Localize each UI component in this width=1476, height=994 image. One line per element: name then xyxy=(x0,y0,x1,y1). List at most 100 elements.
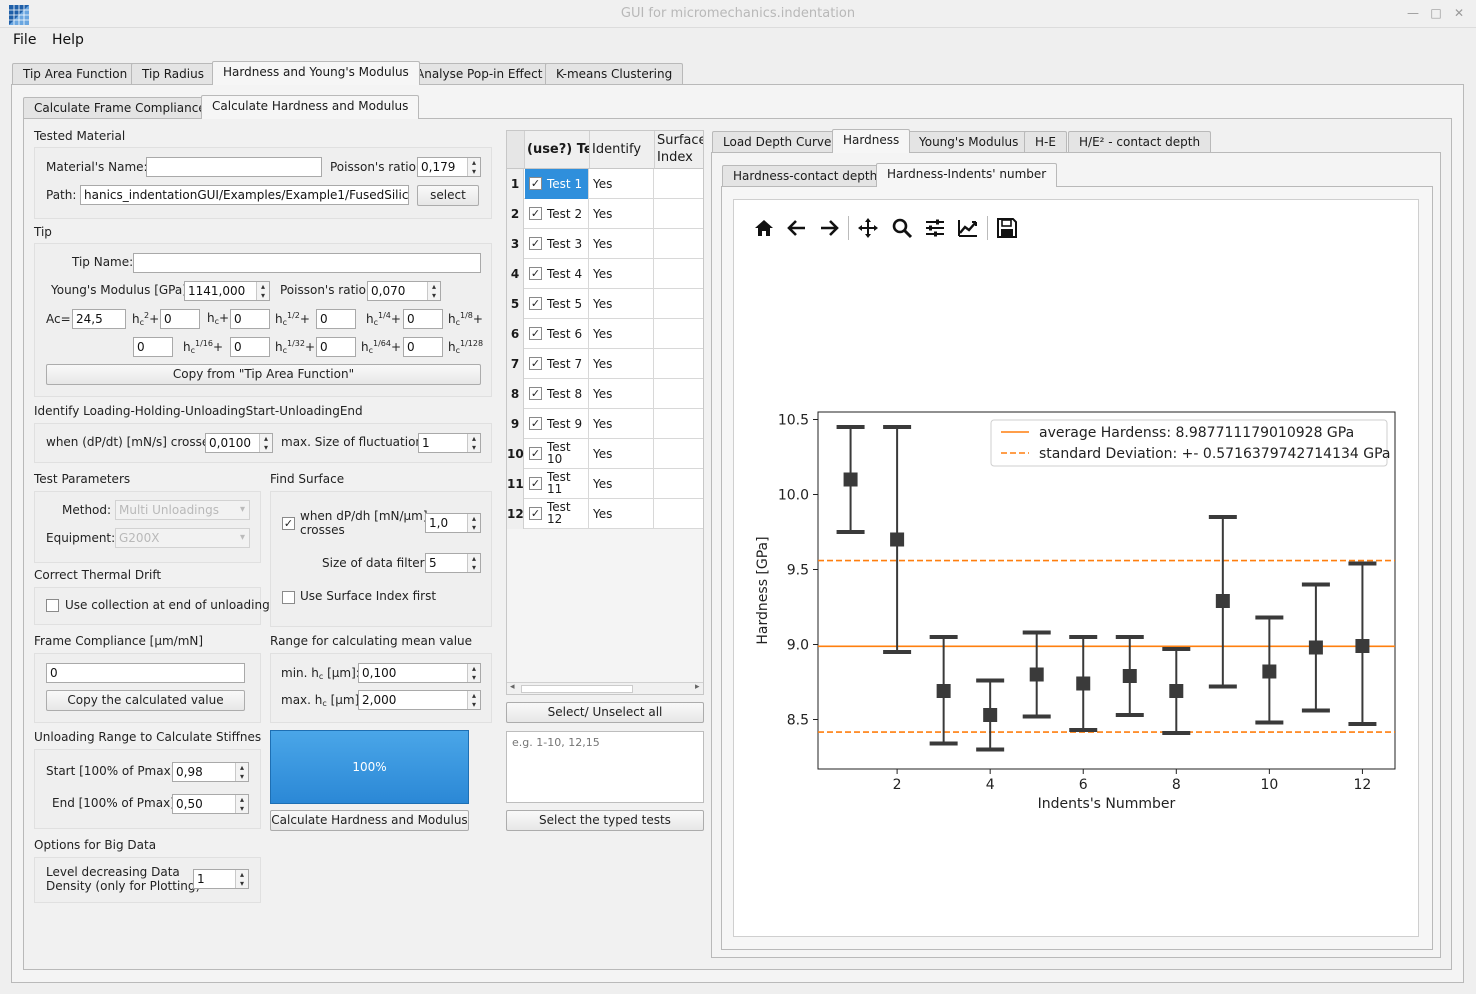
tab-youngs-modulus[interactable]: Young's Modulus xyxy=(908,131,1030,153)
forward-icon[interactable] xyxy=(817,216,841,240)
ac-coef-1[interactable]: 0 xyxy=(160,309,200,329)
tab-hardness-youngs-modulus[interactable]: Hardness and Young's Modulus xyxy=(212,61,420,85)
use-test-checkbox[interactable]: ✓ xyxy=(529,507,542,520)
equipment-combo[interactable]: G200X xyxy=(115,528,250,548)
tip-poisson-spinbox[interactable]: 0,070 xyxy=(367,281,441,301)
tab-hardness[interactable]: Hardness xyxy=(832,129,911,153)
test-cell[interactable]: ✓ Test 4 xyxy=(525,259,589,289)
use-test-checkbox[interactable]: ✓ xyxy=(529,357,542,370)
frame-compliance-input[interactable]: 0 xyxy=(46,663,245,683)
minimize-icon[interactable]: — xyxy=(1406,6,1420,20)
row-number[interactable]: 8 xyxy=(507,379,524,409)
data-point[interactable] xyxy=(843,472,858,487)
zoom-icon[interactable] xyxy=(890,216,914,240)
crosses-spinbox[interactable]: 0,0100 xyxy=(205,433,273,453)
ac-coef-2[interactable]: 0 xyxy=(230,309,270,329)
test-cell[interactable]: ✓ Test 9 xyxy=(525,409,589,439)
select-unselect-all-button[interactable]: Select/ Unselect all xyxy=(506,702,704,723)
thermal-drift-checkbox[interactable] xyxy=(46,599,59,612)
back-icon[interactable] xyxy=(785,216,809,240)
data-point[interactable] xyxy=(1122,669,1137,683)
column-header-use-test[interactable]: (use?) Te xyxy=(525,131,590,169)
tab-h-e[interactable]: H-E xyxy=(1024,131,1067,153)
data-point[interactable] xyxy=(936,684,951,698)
row-number[interactable]: 5 xyxy=(507,289,524,319)
row-number[interactable]: 11 xyxy=(507,469,524,499)
dpdh-checkbox[interactable]: ✓ xyxy=(282,517,295,530)
dpdh-spinbox[interactable]: 1,0 xyxy=(425,513,481,533)
use-test-checkbox[interactable]: ✓ xyxy=(529,267,542,280)
close-icon[interactable]: ✕ xyxy=(1452,6,1466,20)
table-row[interactable]: 10 ✓ Test 10 Yes xyxy=(507,439,703,469)
copy-calculated-value-button[interactable]: Copy the calculated value xyxy=(46,690,245,711)
fluct-spinbox[interactable]: 1 xyxy=(418,433,481,453)
row-number[interactable]: 12 xyxy=(507,499,524,529)
data-point[interactable] xyxy=(1355,639,1370,653)
data-point[interactable] xyxy=(1308,640,1323,655)
path-input[interactable]: hanics_indentationGUI/Examples/Example1/… xyxy=(80,185,409,205)
test-cell[interactable]: ✓ Test 1 xyxy=(525,169,589,199)
column-header-surface-index[interactable]: Surface Index xyxy=(655,131,703,169)
table-row[interactable]: 8 ✓ Test 8 Yes xyxy=(507,379,703,409)
data-point[interactable] xyxy=(1076,676,1091,691)
row-number[interactable]: 9 xyxy=(507,409,524,439)
configure-icon[interactable] xyxy=(923,216,947,240)
data-point[interactable] xyxy=(1215,594,1230,608)
test-cell[interactable]: ✓ Test 6 xyxy=(525,319,589,349)
menu-help[interactable]: Help xyxy=(50,32,86,48)
tab-hardness-indents-number[interactable]: Hardness-Indents' number xyxy=(876,163,1058,187)
row-number[interactable]: 6 xyxy=(507,319,524,349)
copy-tip-area-button[interactable]: Copy from "Tip Area Function" xyxy=(46,364,481,385)
menu-file[interactable]: File xyxy=(11,32,38,48)
ac-coef-3[interactable]: 0 xyxy=(316,309,356,329)
use-test-checkbox[interactable]: ✓ xyxy=(529,327,542,340)
row-number[interactable]: 10 xyxy=(507,439,524,469)
ac-coef-5[interactable]: 0 xyxy=(133,337,173,357)
ac-coef-4[interactable]: 0 xyxy=(403,309,443,329)
table-row[interactable]: 9 ✓ Test 9 Yes xyxy=(507,409,703,439)
use-test-checkbox[interactable]: ✓ xyxy=(529,477,542,490)
data-point[interactable] xyxy=(983,708,998,722)
test-cell[interactable]: ✓ Test 2 xyxy=(525,199,589,229)
data-point[interactable] xyxy=(890,532,905,547)
use-test-checkbox[interactable]: ✓ xyxy=(529,387,542,400)
data-point[interactable] xyxy=(1262,664,1277,679)
test-cell[interactable]: ✓ Test 12 xyxy=(525,499,589,529)
calculate-hardness-modulus-button[interactable]: Calculate Hardness and Modulus xyxy=(270,810,469,831)
use-test-checkbox[interactable]: ✓ xyxy=(529,237,542,250)
row-number[interactable]: 2 xyxy=(507,199,524,229)
table-row[interactable]: 3 ✓ Test 3 Yes xyxy=(507,229,703,259)
table-row[interactable]: 6 ✓ Test 6 Yes xyxy=(507,319,703,349)
method-combo[interactable]: Multi Unloadings xyxy=(115,500,250,520)
scroll-left-icon[interactable]: ◂ xyxy=(510,682,515,692)
use-test-checkbox[interactable]: ✓ xyxy=(529,297,542,310)
ac-coef-7[interactable]: 0 xyxy=(316,337,356,357)
filter-spinbox[interactable]: 5 xyxy=(425,553,481,573)
pan-icon[interactable] xyxy=(856,216,880,240)
ac-coef-8[interactable]: 0 xyxy=(403,337,443,357)
use-test-checkbox[interactable]: ✓ xyxy=(529,177,542,190)
test-cell[interactable]: ✓ Test 10 xyxy=(525,439,589,469)
use-test-checkbox[interactable]: ✓ xyxy=(529,207,542,220)
maximize-icon[interactable]: □ xyxy=(1429,6,1443,20)
save-icon[interactable] xyxy=(995,216,1019,240)
column-header-identify[interactable]: Identify xyxy=(590,131,655,169)
test-cell[interactable]: ✓ Test 7 xyxy=(525,349,589,379)
tab-tip-radius[interactable]: Tip Radius xyxy=(131,63,215,85)
table-row[interactable]: 4 ✓ Test 4 Yes xyxy=(507,259,703,289)
ac-coef-6[interactable]: 0 xyxy=(230,337,270,357)
ac-coef-0[interactable]: 24,5 xyxy=(72,309,126,329)
material-name-input[interactable] xyxy=(146,157,322,177)
tip-name-input[interactable] xyxy=(133,253,481,273)
tab-calculate-frame-compliance[interactable]: Calculate Frame Compliance xyxy=(23,97,217,119)
typed-tests-textarea[interactable] xyxy=(506,731,704,803)
material-poisson-spinbox[interactable]: 0,179 xyxy=(417,157,481,177)
max-hc-spinbox[interactable]: 2,000 xyxy=(358,690,481,710)
test-cell[interactable]: ✓ Test 5 xyxy=(525,289,589,319)
unloading-start-spinbox[interactable]: 0,98 xyxy=(172,762,249,782)
tab-calculate-hardness-modulus[interactable]: Calculate Hardness and Modulus xyxy=(201,95,420,119)
select-file-button[interactable]: select xyxy=(417,185,479,206)
horizontal-scrollbar[interactable]: ◂ ▸ xyxy=(507,682,703,694)
table-row[interactable]: 2 ✓ Test 2 Yes xyxy=(507,199,703,229)
row-number[interactable]: 4 xyxy=(507,259,524,289)
